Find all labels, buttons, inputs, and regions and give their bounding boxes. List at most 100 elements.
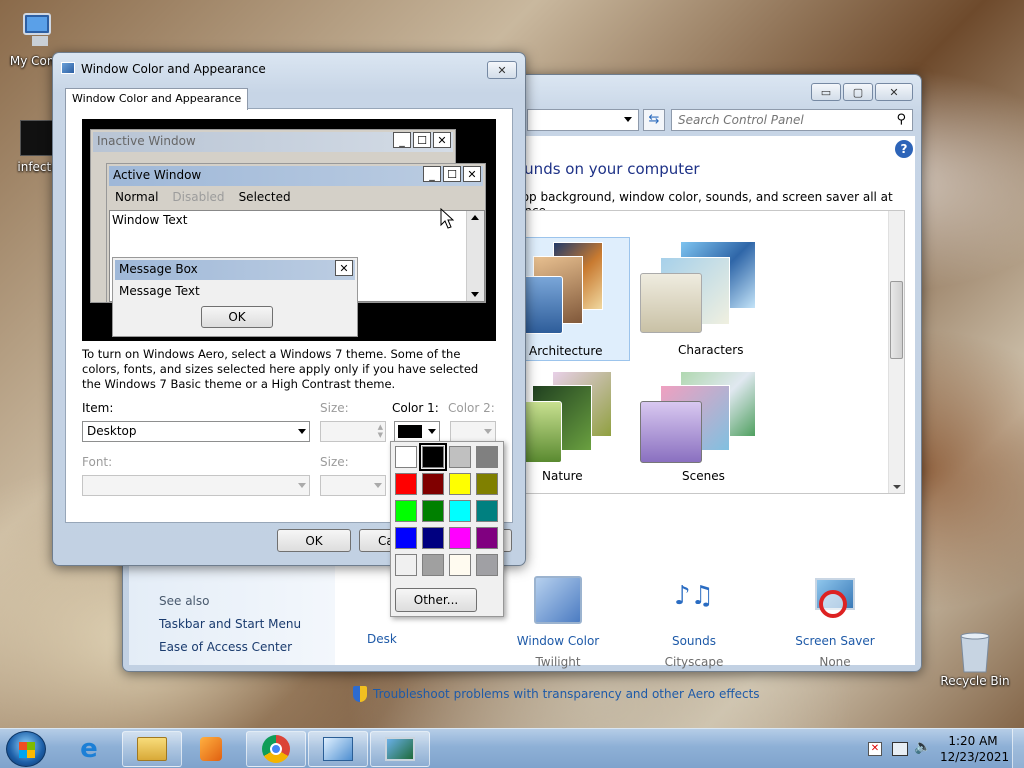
see-also-heading: See also <box>159 594 210 608</box>
color1-picker[interactable] <box>394 421 440 442</box>
appearance-preview: Inactive Window _ ☐ ✕ Active Window _ ☐ … <box>82 119 496 341</box>
chevron-down-icon <box>624 117 632 122</box>
theme-thumbnail <box>518 371 618 463</box>
menu-selected: Selected <box>238 190 291 204</box>
computer-icon <box>18 10 58 50</box>
dialog-ok-button[interactable]: OK <box>277 529 351 552</box>
search-box[interactable]: ⚲ <box>671 109 913 131</box>
windows-logo-icon <box>19 742 35 758</box>
menu-normal: Normal <box>115 190 159 204</box>
minimize-button[interactable]: ▭ <box>811 83 841 101</box>
folder-icon <box>137 737 167 761</box>
color-swatch[interactable] <box>449 473 471 495</box>
bottom-item-sounds[interactable]: ♪♫ Sounds Cityscape <box>649 576 739 669</box>
color-swatch[interactable] <box>422 527 444 549</box>
clock-time[interactable]: 1:20 AM <box>940 734 1006 748</box>
close-button[interactable]: ✕ <box>875 83 913 101</box>
tray-volume-icon[interactable]: 🔈 <box>914 739 931 755</box>
color-swatch[interactable] <box>449 554 471 576</box>
font-size-label: Size: <box>320 455 349 469</box>
maximize-button[interactable]: ▢ <box>843 83 873 101</box>
start-button[interactable] <box>6 731 46 767</box>
color2-picker <box>450 421 496 442</box>
item-select[interactable]: Desktop <box>82 421 310 442</box>
color-swatch[interactable] <box>422 473 444 495</box>
file-thumbnail-icon <box>20 120 56 156</box>
bottom-item-title: Desk <box>367 632 397 646</box>
chrome-icon <box>262 735 290 763</box>
color-swatch[interactable] <box>395 500 417 522</box>
bottom-item-window-color[interactable]: Window Color Twilight <box>513 576 603 669</box>
window-color-icon <box>534 576 582 624</box>
tray-network-icon[interactable] <box>892 742 908 756</box>
dialog-title: Window Color and Appearance <box>81 62 266 76</box>
preview-menu: Normal Disabled Selected <box>115 190 291 204</box>
link-ease-of-access[interactable]: Ease of Access Center <box>159 640 292 654</box>
taskbar-personalization-button[interactable] <box>370 731 430 767</box>
color-swatch[interactable] <box>449 446 471 468</box>
link-taskbar-start-menu[interactable]: Taskbar and Start Menu <box>159 617 301 631</box>
show-desktop-button[interactable] <box>1012 729 1024 768</box>
search-input[interactable] <box>672 110 882 130</box>
theme-label: Characters <box>678 343 744 357</box>
preview-scrollbar <box>466 211 484 301</box>
color-swatch[interactable] <box>449 527 471 549</box>
address-bar[interactable] <box>527 109 639 131</box>
troubleshoot-link[interactable]: Troubleshoot problems with transparency … <box>373 687 760 701</box>
tray-action-center-icon[interactable]: ✕ <box>868 742 882 756</box>
recycle-bin-icon <box>955 630 995 673</box>
bottom-item-subtitle: Cityscape <box>664 655 724 669</box>
theme-thumbnail <box>640 241 756 333</box>
preview-ok-button: OK <box>201 306 273 328</box>
taskbar-explorer-button[interactable] <box>122 731 182 767</box>
control-panel-icon <box>323 737 353 761</box>
color2-label: Color 2: <box>448 401 495 415</box>
refresh-button[interactable]: ⇆ <box>643 109 665 131</box>
theme-thumbnail <box>519 242 619 334</box>
dialog-close-button[interactable]: ✕ <box>487 61 517 79</box>
color-swatch[interactable] <box>395 446 417 468</box>
clock-date[interactable]: 12/23/2021 <box>940 750 1009 764</box>
color-swatch[interactable] <box>419 443 447 471</box>
minimize-icon: _ <box>393 132 411 148</box>
theme-thumbnail <box>640 371 756 463</box>
color-swatch[interactable] <box>476 554 498 576</box>
color-swatch[interactable] <box>476 527 498 549</box>
font-select <box>82 475 310 496</box>
color-swatch[interactable] <box>449 500 471 522</box>
color-swatch[interactable] <box>422 554 444 576</box>
color-swatch[interactable] <box>395 554 417 576</box>
close-icon: ✕ <box>463 166 481 182</box>
taskbar-control-panel-button[interactable] <box>308 731 368 767</box>
chevron-down-icon <box>484 429 492 434</box>
font-label: Font: <box>82 455 113 469</box>
theme-item-nature[interactable]: Nature <box>518 367 630 491</box>
theme-item-characters[interactable]: Characters <box>636 237 766 361</box>
color-swatch[interactable] <box>395 473 417 495</box>
color-swatch[interactable] <box>395 527 417 549</box>
desktop-icon-recycle-bin[interactable]: Recycle Bin <box>937 630 1013 688</box>
color-swatch[interactable] <box>422 500 444 522</box>
theme-item-architecture[interactable]: Architecture <box>518 237 630 361</box>
theme-list-scrollbar[interactable] <box>888 211 904 493</box>
font-size-select <box>320 475 386 496</box>
scroll-down-icon[interactable] <box>893 485 901 489</box>
scroll-thumb[interactable] <box>890 281 903 359</box>
help-icon[interactable]: ? <box>895 140 913 158</box>
theme-label: Architecture <box>529 344 603 358</box>
taskbar-ie-icon[interactable]: e <box>66 733 112 765</box>
mouse-cursor-icon <box>440 207 455 233</box>
theme-item-scenes[interactable]: Scenes <box>636 367 766 491</box>
tab-window-color-appearance[interactable]: Window Color and Appearance <box>65 88 249 110</box>
color-swatch[interactable] <box>476 446 498 468</box>
bottom-item-screen-saver[interactable]: Screen Saver None <box>785 576 885 669</box>
size-label: Size: <box>320 401 349 415</box>
troubleshoot-link-row[interactable]: Troubleshoot problems with transparency … <box>353 686 760 702</box>
bottom-item-title: Window Color <box>516 634 600 648</box>
color-swatch[interactable] <box>476 473 498 495</box>
color-swatch[interactable] <box>476 500 498 522</box>
taskbar-chrome-button[interactable] <box>246 731 306 767</box>
other-color-button[interactable]: Other... <box>395 588 477 612</box>
preview-message-box: Message Box ✕ Message Text OK <box>112 257 358 337</box>
taskbar-media-player-button[interactable] <box>186 733 236 765</box>
